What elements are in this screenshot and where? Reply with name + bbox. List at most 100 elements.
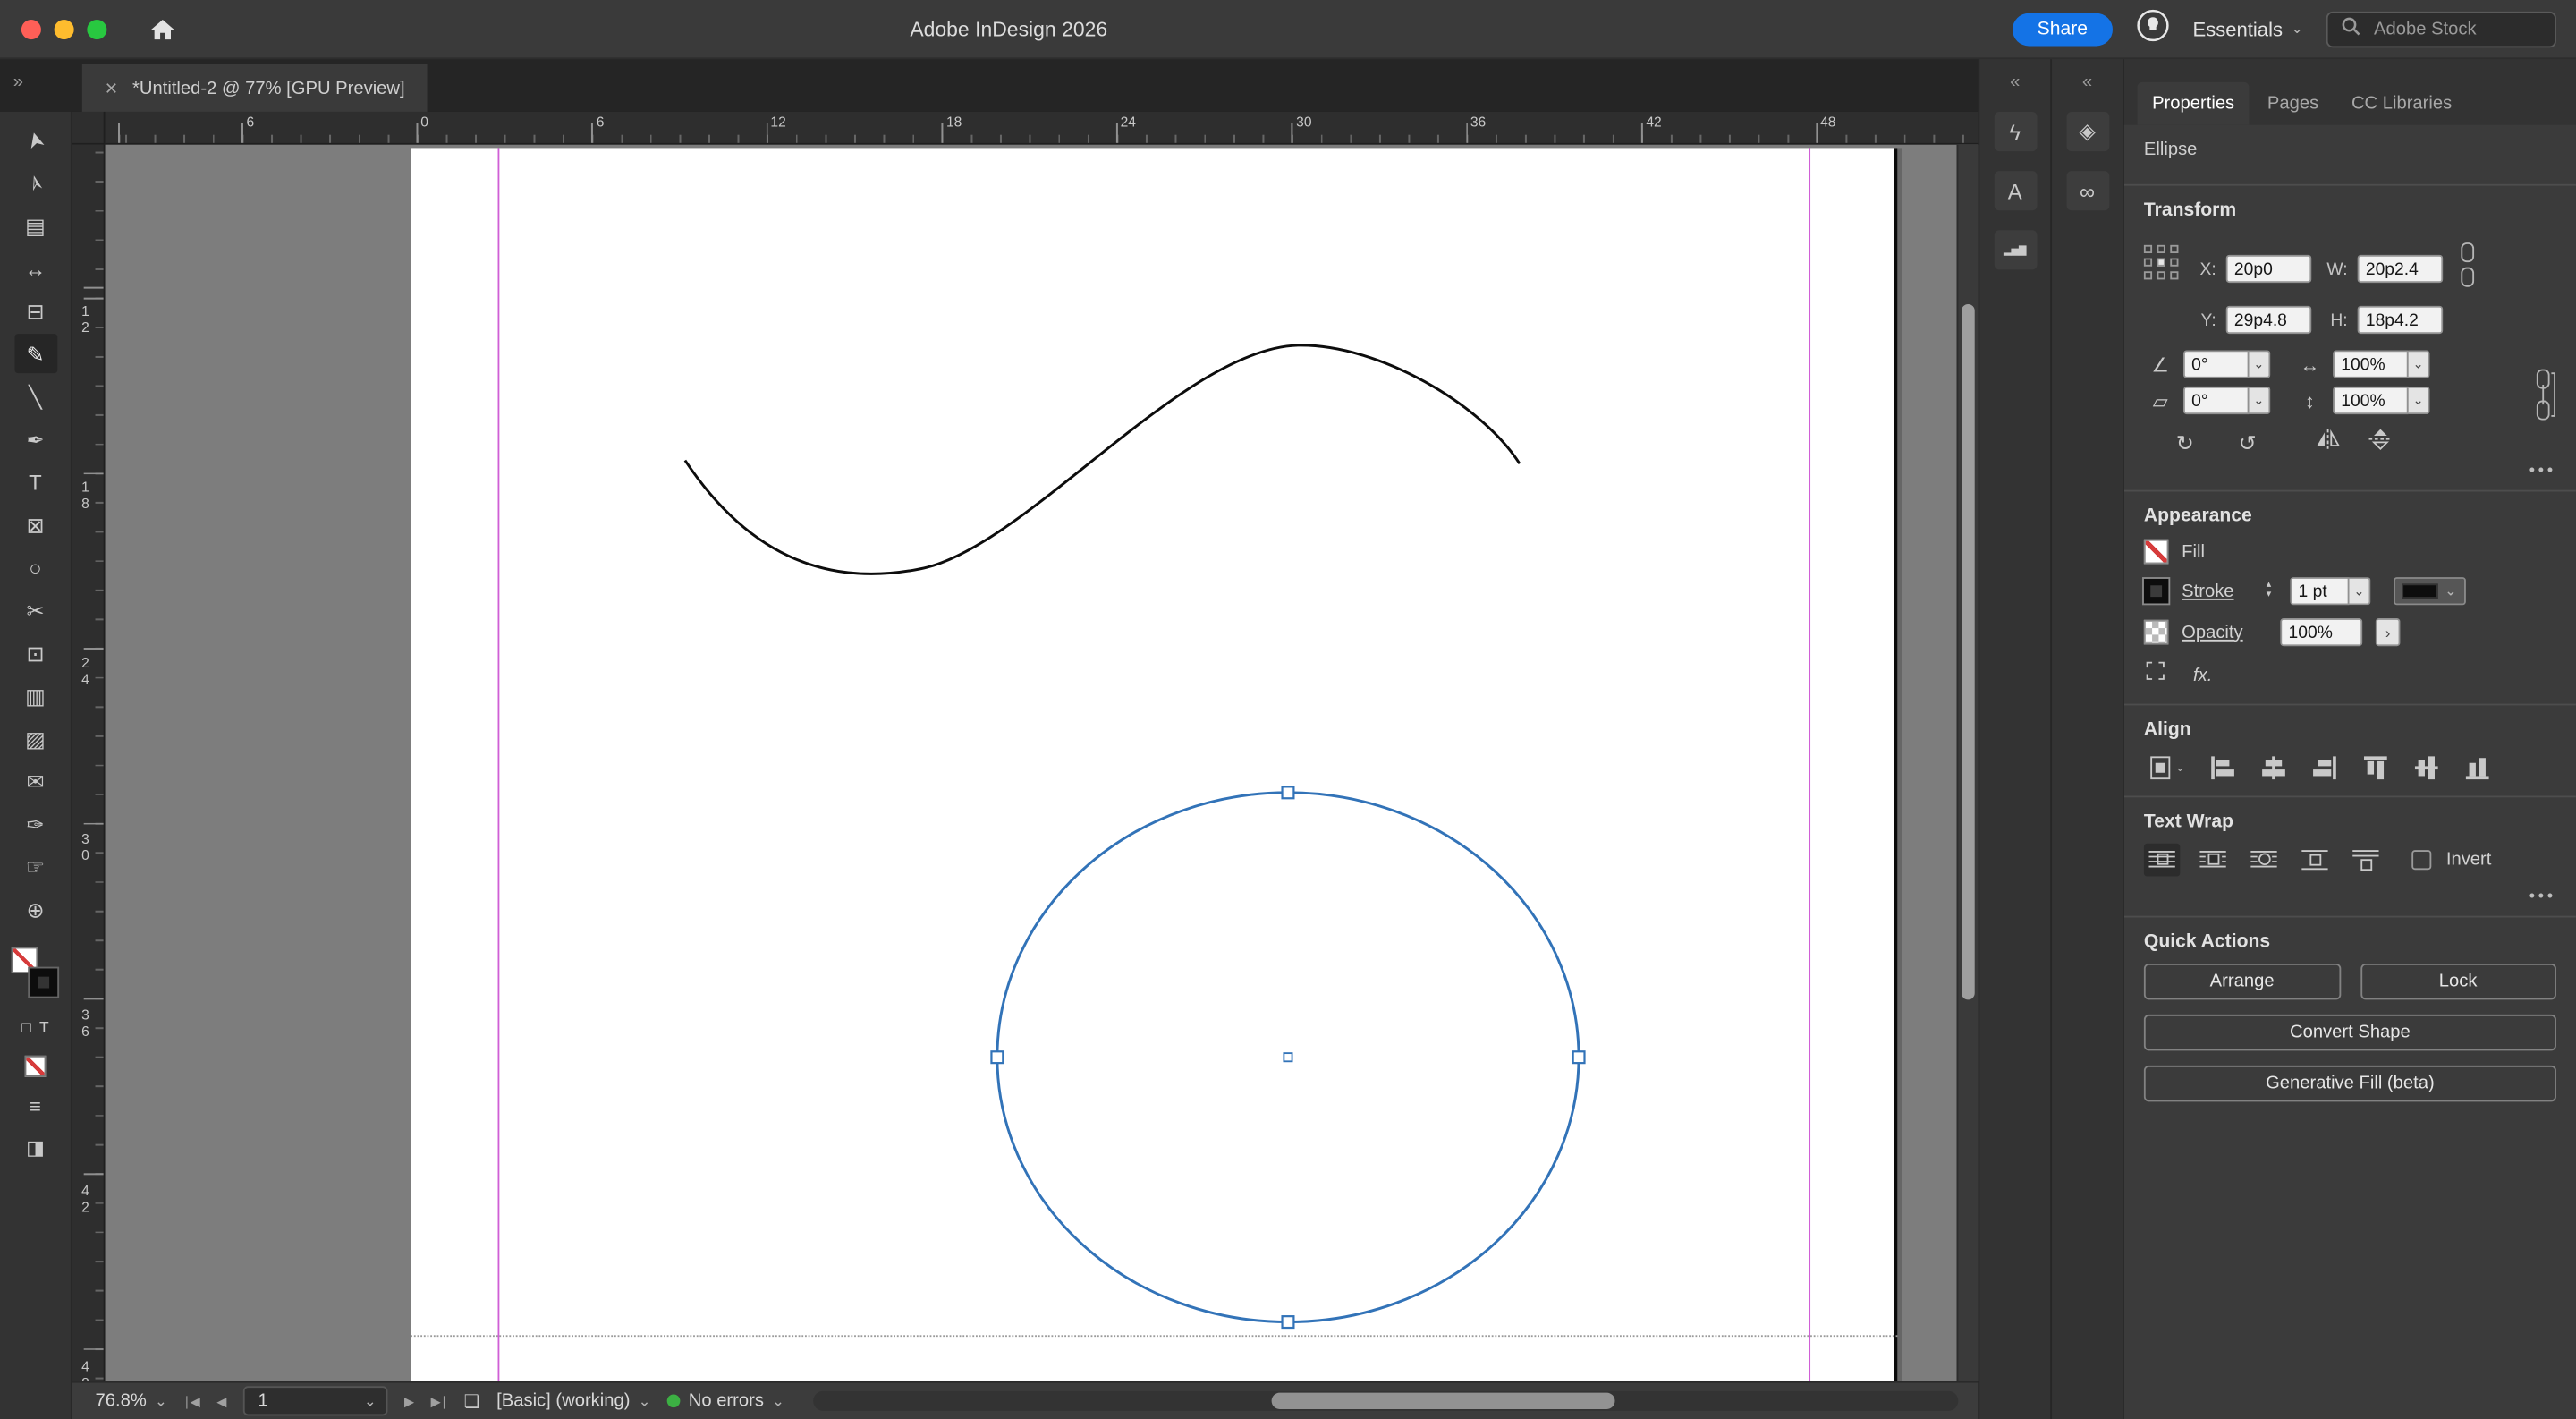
previous-page-button[interactable]: ◀: [216, 1394, 226, 1409]
ref-point[interactable]: [2170, 244, 2179, 254]
adobe-stock-search[interactable]: [2326, 10, 2556, 47]
ref-point[interactable]: [2157, 271, 2165, 280]
ref-point[interactable]: [2170, 258, 2179, 267]
rotation-combobox[interactable]: 0° ⌄: [2182, 350, 2271, 378]
align-horizontal-center-icon[interactable]: [2256, 752, 2292, 785]
stroke-weight-value[interactable]: 1 pt: [2290, 577, 2350, 606]
tab-cc-libraries[interactable]: CC Libraries: [2336, 82, 2466, 125]
chevron-down-icon[interactable]: ⌄: [2408, 350, 2430, 378]
horizontal-scrollbar[interactable]: [814, 1390, 1959, 1411]
vertical-scrollbar[interactable]: [1956, 144, 1979, 1381]
fill-color-swatch[interactable]: [2143, 539, 2169, 565]
anchor-top[interactable]: [1281, 786, 1295, 800]
zoom-tool[interactable]: ⊕: [14, 889, 57, 929]
stroke-weight-combobox[interactable]: 1 pt ⌄: [2290, 577, 2371, 606]
scale-y-value[interactable]: 100%: [2333, 386, 2409, 415]
constrain-dimensions-link-icon[interactable]: [2456, 240, 2479, 297]
direct-selection-tool[interactable]: ➢: [14, 163, 57, 202]
stroke-color-dropdown[interactable]: ⌄: [2394, 577, 2466, 606]
corner-options-icon[interactable]: [2144, 659, 2167, 691]
text-wrap-more-options[interactable]: •••: [2144, 888, 2556, 905]
screen-mode-icon[interactable]: ◨: [26, 1136, 45, 1160]
collapse-panel-chevrons[interactable]: «: [2010, 72, 2020, 92]
zoom-level-control[interactable]: 76.8% ⌄: [96, 1391, 167, 1411]
share-button[interactable]: Share: [2012, 12, 2113, 46]
ruler-origin-corner[interactable]: [72, 111, 106, 145]
layers-icon[interactable]: ◈: [2065, 111, 2109, 152]
fill-label[interactable]: Fill: [2182, 542, 2205, 562]
opacity-more-button[interactable]: ›: [2375, 618, 2401, 647]
formatting-affects-text-icon[interactable]: T: [39, 1019, 49, 1037]
rotate-clockwise-button[interactable]: ↻: [2167, 430, 2203, 456]
ref-point[interactable]: [2143, 258, 2153, 267]
chevron-down-icon[interactable]: ⌄: [2349, 577, 2371, 606]
preflight-status-control[interactable]: No errors ⌄: [666, 1391, 784, 1411]
workspace-switcher[interactable]: Essentials ⌄: [2193, 17, 2304, 40]
chevron-down-icon[interactable]: ⌄: [2249, 386, 2271, 415]
wrap-around-object-shape-icon[interactable]: [2246, 844, 2282, 877]
ref-point-selected[interactable]: [2157, 258, 2165, 267]
shear-combobox[interactable]: 0° ⌄: [2182, 386, 2271, 415]
tab-pages[interactable]: Pages: [2252, 82, 2333, 125]
y-field[interactable]: 29p4.8: [2225, 305, 2312, 335]
h-field[interactable]: 18p4.2: [2357, 305, 2444, 335]
shear-value[interactable]: 0°: [2182, 386, 2250, 415]
ref-point[interactable]: [2157, 244, 2165, 254]
jump-to-next-column-icon[interactable]: [2348, 844, 2384, 877]
close-window-button[interactable]: [21, 19, 41, 39]
flip-horizontal-button[interactable]: [2315, 428, 2341, 459]
anchor-right[interactable]: [1572, 1050, 1586, 1065]
no-text-wrap-icon[interactable]: [2143, 843, 2181, 877]
curve-path-object[interactable]: [683, 344, 1521, 575]
ellipse-tool[interactable]: ○: [14, 548, 57, 587]
collapse-panel-chevrons[interactable]: «: [2082, 72, 2092, 92]
graphs-icon[interactable]: ▂▅▇: [1993, 230, 2037, 270]
type-tool[interactable]: T: [14, 462, 57, 501]
pen-tool[interactable]: ✒: [14, 420, 57, 459]
generative-fill-button[interactable]: Generative Fill (beta): [2143, 1065, 2556, 1102]
opacity-value[interactable]: 100%: [2280, 618, 2363, 647]
ref-point[interactable]: [2170, 271, 2179, 280]
anchor-left[interactable]: [990, 1050, 1004, 1065]
view-options-icon[interactable]: ≡: [30, 1095, 41, 1118]
align-vertical-center-icon[interactable]: [2409, 752, 2445, 785]
stock-search-input[interactable]: [2370, 17, 2542, 41]
hand-tool[interactable]: ☞: [14, 846, 57, 886]
opacity-swatch[interactable]: [2143, 619, 2169, 645]
stroke-label[interactable]: Stroke: [2182, 582, 2247, 601]
scale-x-value[interactable]: 100%: [2333, 350, 2409, 378]
page-number-combobox[interactable]: 1 ⌄: [242, 1386, 388, 1416]
expand-panel-chevrons[interactable]: »: [13, 72, 23, 92]
opacity-label[interactable]: Opacity: [2182, 623, 2247, 642]
content-collector-tool[interactable]: ⊟: [14, 291, 57, 330]
invert-checkbox[interactable]: [2411, 850, 2432, 871]
align-bottom-icon[interactable]: [2460, 752, 2496, 785]
align-left-icon[interactable]: [2205, 752, 2241, 785]
align-to-dropdown-icon[interactable]: ⌄: [2144, 752, 2190, 785]
horizontal-scrollbar-thumb[interactable]: [1271, 1392, 1615, 1409]
discover-lightbulb-icon[interactable]: [2135, 7, 2170, 50]
scale-x-combobox[interactable]: 100% ⌄: [2333, 350, 2430, 378]
effects-fx-button[interactable]: fx.: [2193, 665, 2212, 684]
formatting-affects-container-icon[interactable]: □: [21, 1019, 31, 1037]
jump-object-icon[interactable]: [2297, 844, 2333, 877]
quick-apply-icon[interactable]: ϟ: [1993, 111, 2037, 152]
stroke-swatch[interactable]: [27, 966, 59, 998]
gradient-feather-tool[interactable]: ▨: [14, 718, 57, 758]
x-field[interactable]: 20p0: [2225, 254, 2312, 284]
document-canvas[interactable]: [105, 144, 1979, 1381]
rotation-value[interactable]: 0°: [2182, 350, 2250, 378]
scissors-tool[interactable]: ✂: [14, 591, 57, 630]
rectangle-frame-tool[interactable]: ⊠: [14, 505, 57, 544]
minimize-window-button[interactable]: [54, 19, 74, 39]
flip-vertical-button[interactable]: [2368, 428, 2394, 459]
preflight-profile-control[interactable]: [Basic] (working) ⌄: [496, 1391, 650, 1411]
document-tab[interactable]: × *Untitled-2 @ 77% [GPU Preview]: [81, 64, 428, 112]
next-page-button[interactable]: ▶: [404, 1394, 414, 1409]
ref-point[interactable]: [2143, 271, 2153, 280]
tab-properties[interactable]: Properties: [2137, 81, 2250, 125]
ref-point[interactable]: [2143, 244, 2153, 254]
horizontal-ruler[interactable]: 6 0 6 12 18 24 30 36 42 48: [105, 111, 1979, 145]
home-icon[interactable]: [149, 17, 175, 40]
stroke-color-swatch[interactable]: [2142, 577, 2171, 606]
